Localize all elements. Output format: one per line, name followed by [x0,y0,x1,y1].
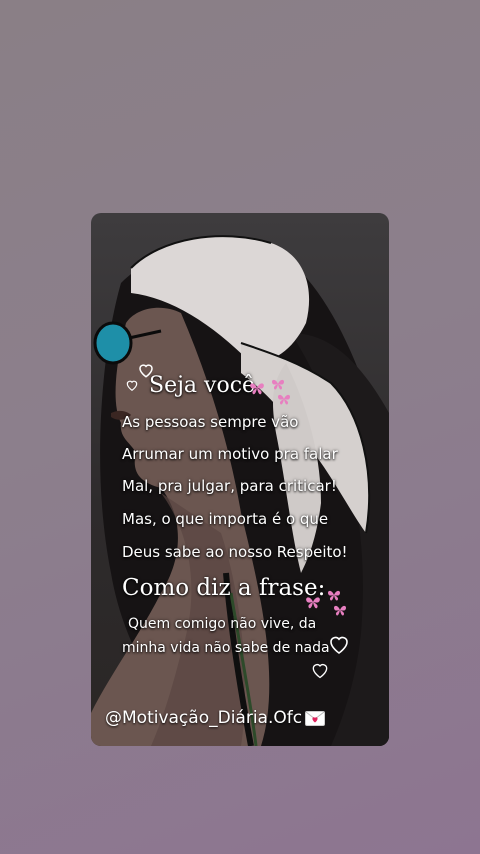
post-card: Seja você As pessoas sempre vão Arrumar … [91,213,389,746]
butterfly-icon [306,597,320,609]
post-line: Mas, o que importa é o que [122,510,329,528]
post-line: Deus sabe ao nosso Respeito! [122,543,348,561]
post-heading: Seja você [149,373,256,398]
post-line: Mal, pra julgar, para criticar! [122,477,337,495]
butterfly-icon [327,590,341,601]
heart-outline-icon [330,636,348,654]
love-letter-icon [305,710,326,726]
post-subheading: Como diz a frase: [122,575,326,601]
post-line: As pessoas sempre vão [122,413,299,431]
quote-line: minha vida não sabe de nada [122,640,330,656]
heart-outline-icon [312,663,328,679]
butterfly-icon [333,605,347,616]
post-line: Arrumar um motivo pra falar [122,445,338,463]
quote-line: Quem comigo não vive, da [128,616,317,632]
heart-outline-icon [126,380,138,391]
butterfly-icon [277,394,291,405]
watermark-text: @Motivação_Diária.Ofc [105,708,303,728]
watermark: @Motivação_Diária.Ofc [105,708,326,728]
butterfly-icon [250,383,264,395]
butterfly-icon [271,379,285,390]
